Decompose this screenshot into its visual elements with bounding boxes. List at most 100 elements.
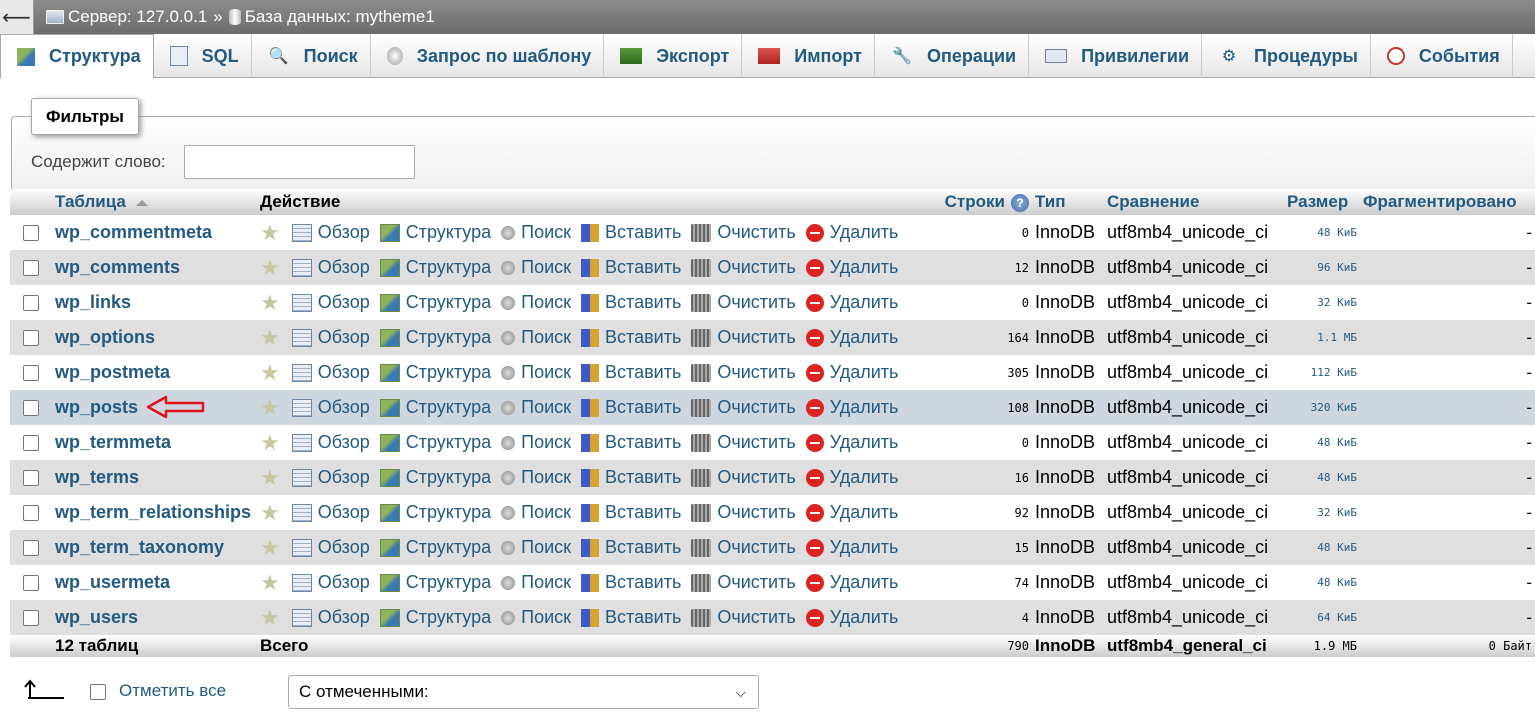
table-row[interactable]: wp_usermeta ★ Обзор Структура Поиск Вставить О… <box>10 565 1535 600</box>
row-checkbox[interactable] <box>23 400 39 417</box>
browse-link[interactable]: Обзор <box>291 362 370 383</box>
table-row[interactable]: wp_postmeta ★ Обзор Структура Поиск Вставить О… <box>10 355 1535 390</box>
search-link[interactable]: Поиск <box>501 222 571 243</box>
favorite-star-icon[interactable]: ★ <box>260 465 280 491</box>
table-row[interactable]: wp_termmeta ★ Обзор Структура Поиск Вставить О… <box>10 425 1535 460</box>
tab-operations[interactable]: 🔧 Операции <box>875 34 1030 78</box>
row-checkbox[interactable] <box>23 365 39 382</box>
row-size-link[interactable]: 48 КиБ <box>1284 530 1360 565</box>
structure-link[interactable]: Структура <box>379 572 491 593</box>
drop-link[interactable]: Удалить <box>805 292 898 313</box>
drop-link[interactable]: Удалить <box>805 397 898 418</box>
table-name-link[interactable]: wp_comments <box>52 250 257 285</box>
with-selected-select[interactable]: С отмеченными: ⌵ <box>288 675 759 709</box>
drop-link[interactable]: Удалить <box>805 502 898 523</box>
browse-link[interactable]: Обзор <box>291 257 370 278</box>
browse-link[interactable]: Обзор <box>291 327 370 348</box>
header-type[interactable]: Тип <box>1032 189 1104 215</box>
help-icon[interactable]: ? <box>1011 194 1029 212</box>
tab-sql[interactable]: SQL <box>154 34 252 78</box>
empty-link[interactable]: Очистить <box>691 327 796 348</box>
search-link[interactable]: Поиск <box>501 397 571 418</box>
favorite-star-icon[interactable]: ★ <box>260 360 280 386</box>
empty-link[interactable]: Очистить <box>691 537 796 558</box>
table-row[interactable]: wp_term_taxonomy ★ Обзор Структура Поиск Вста… <box>10 530 1535 565</box>
structure-link[interactable]: Структура <box>379 222 491 243</box>
search-link[interactable]: Поиск <box>501 502 571 523</box>
row-checkbox[interactable] <box>23 225 39 242</box>
structure-link[interactable]: Структура <box>379 607 491 628</box>
browse-link[interactable]: Обзор <box>291 292 370 313</box>
empty-link[interactable]: Очистить <box>691 397 796 418</box>
browse-link[interactable]: Обзор <box>291 222 370 243</box>
structure-link[interactable]: Структура <box>379 502 491 523</box>
table-name-link[interactable]: wp_terms <box>52 460 257 495</box>
search-link[interactable]: Поиск <box>501 327 571 348</box>
tab-query[interactable]: Запрос по шаблону <box>371 34 605 78</box>
tab-search[interactable]: 🔍 Поиск <box>252 34 371 78</box>
table-name-link[interactable]: wp_users <box>52 600 257 635</box>
table-row[interactable]: wp_options ★ Обзор Структура Поиск Вставить Оч… <box>10 320 1535 355</box>
structure-link[interactable]: Структура <box>379 537 491 558</box>
favorite-star-icon[interactable]: ★ <box>260 430 280 456</box>
browse-link[interactable]: Обзор <box>291 467 370 488</box>
table-row[interactable]: wp_comments ★ Обзор Структура Поиск Вставить О… <box>10 250 1535 285</box>
drop-link[interactable]: Удалить <box>805 467 898 488</box>
structure-link[interactable]: Структура <box>379 257 491 278</box>
row-size-link[interactable]: 320 КиБ <box>1284 390 1360 425</box>
filter-input[interactable] <box>184 145 415 179</box>
tab-routines[interactable]: ⚙ Процедуры <box>1202 34 1371 78</box>
insert-link[interactable]: Вставить <box>581 362 681 383</box>
back-arrow-icon[interactable]: ⟵ <box>0 0 34 34</box>
structure-link[interactable]: Структура <box>379 327 491 348</box>
header-size[interactable]: Размер <box>1284 189 1360 215</box>
header-overhead[interactable]: Фрагментировано <box>1360 189 1535 215</box>
row-size-link[interactable]: 32 КиБ <box>1284 285 1360 320</box>
row-size-link[interactable]: 112 КиБ <box>1284 355 1360 390</box>
table-row[interactable]: wp_terms ★ Обзор Структура Поиск Вставить Очис… <box>10 460 1535 495</box>
row-checkbox[interactable] <box>23 610 39 627</box>
browse-link[interactable]: Обзор <box>291 502 370 523</box>
insert-link[interactable]: Вставить <box>581 432 681 453</box>
insert-link[interactable]: Вставить <box>581 257 681 278</box>
favorite-star-icon[interactable]: ★ <box>260 290 280 316</box>
empty-link[interactable]: Очистить <box>691 292 796 313</box>
structure-link[interactable]: Структура <box>379 467 491 488</box>
empty-link[interactable]: Очистить <box>691 222 796 243</box>
row-size-link[interactable]: 32 КиБ <box>1284 495 1360 530</box>
tab-structure[interactable]: Структура <box>0 34 154 79</box>
row-checkbox[interactable] <box>23 330 39 347</box>
table-row[interactable]: wp_commentmeta ★ Обзор Структура Поиск Встави… <box>10 215 1535 250</box>
insert-link[interactable]: Вставить <box>581 467 681 488</box>
row-size-link[interactable]: 48 КиБ <box>1284 425 1360 460</box>
table-row[interactable]: wp_term_relationships ★ Обзор Структура Поис… <box>10 495 1535 530</box>
row-checkbox[interactable] <box>23 470 39 487</box>
empty-link[interactable]: Очистить <box>691 607 796 628</box>
drop-link[interactable]: Удалить <box>805 432 898 453</box>
browse-link[interactable]: Обзор <box>291 432 370 453</box>
row-checkbox[interactable] <box>23 505 39 522</box>
favorite-star-icon[interactable]: ★ <box>260 325 280 351</box>
row-size-link[interactable]: 1.1 МБ <box>1284 320 1360 355</box>
table-name-link[interactable]: wp_options <box>52 320 257 355</box>
search-link[interactable]: Поиск <box>501 432 571 453</box>
table-row[interactable]: wp_users ★ Обзор Структура Поиск Вставить Очис… <box>10 600 1535 635</box>
favorite-star-icon[interactable]: ★ <box>260 220 280 246</box>
browse-link[interactable]: Обзор <box>291 397 370 418</box>
table-name-link[interactable]: wp_commentmeta <box>52 215 257 250</box>
drop-link[interactable]: Удалить <box>805 327 898 348</box>
check-all-label[interactable]: Отметить все <box>119 681 226 701</box>
table-name-link[interactable]: wp_links <box>52 285 257 320</box>
row-checkbox[interactable] <box>23 295 39 312</box>
search-link[interactable]: Поиск <box>501 607 571 628</box>
empty-link[interactable]: Очистить <box>691 572 796 593</box>
insert-link[interactable]: Вставить <box>581 502 681 523</box>
drop-link[interactable]: Удалить <box>805 362 898 383</box>
structure-link[interactable]: Структура <box>379 432 491 453</box>
row-checkbox[interactable] <box>23 540 39 557</box>
empty-link[interactable]: Очистить <box>691 362 796 383</box>
drop-link[interactable]: Удалить <box>805 572 898 593</box>
favorite-star-icon[interactable]: ★ <box>260 500 280 526</box>
empty-link[interactable]: Очистить <box>691 257 796 278</box>
search-link[interactable]: Поиск <box>501 537 571 558</box>
